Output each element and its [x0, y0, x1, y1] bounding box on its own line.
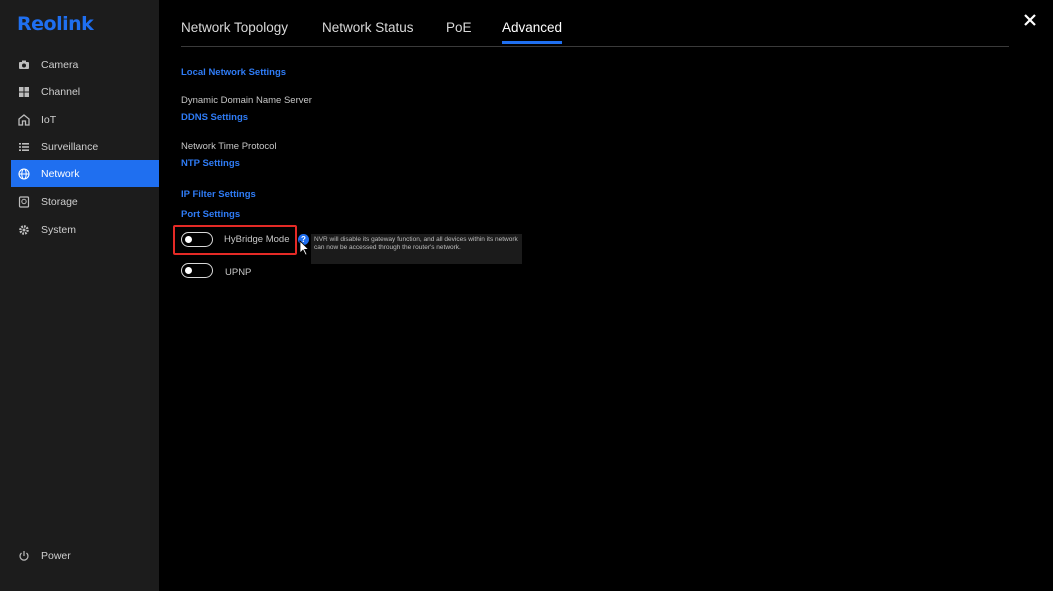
sidebar-item-label: Camera [41, 58, 79, 71]
sidebar-item-label: Surveillance [41, 140, 99, 153]
sidebar: Reolink Camera Channel IoT Surveillance … [0, 0, 159, 591]
reolink-logo: Reolink [17, 13, 94, 35]
globe-icon [18, 167, 30, 180]
power-button[interactable]: Power [11, 545, 159, 567]
power-icon [18, 550, 30, 562]
upnp-label: UPNP [225, 267, 252, 278]
sidebar-item-camera[interactable]: Camera [11, 51, 159, 78]
storage-icon [18, 195, 30, 208]
hybridge-tooltip: NVR will disable its gateway function, a… [311, 234, 522, 264]
list-icon [18, 141, 30, 153]
upnp-toggle[interactable] [181, 263, 213, 278]
sidebar-item-iot[interactable]: IoT [11, 106, 159, 133]
toggle-knob [185, 236, 192, 243]
sidebar-item-label: Network [41, 167, 80, 180]
grid-icon [18, 86, 30, 98]
sidebar-item-channel[interactable]: Channel [11, 78, 159, 105]
gear-icon [18, 224, 30, 236]
mouse-cursor-icon [299, 240, 310, 256]
tab-bar: Network Topology Network Status PoE Adva… [181, 0, 1009, 47]
tab-network-topology[interactable]: Network Topology [181, 20, 288, 35]
toggle-knob [185, 267, 192, 274]
active-tab-indicator [502, 41, 562, 44]
tab-advanced[interactable]: Advanced [502, 20, 562, 35]
ntp-description: Network Time Protocol [181, 141, 277, 152]
sidebar-item-label: Storage [41, 195, 78, 208]
ddns-settings-link[interactable]: DDNS Settings [181, 112, 248, 123]
sidebar-item-label: Channel [41, 85, 81, 98]
ntp-settings-link[interactable]: NTP Settings [181, 158, 240, 169]
sidebar-item-label: IoT [41, 113, 57, 126]
ddns-description: Dynamic Domain Name Server [181, 95, 312, 106]
tab-network-status[interactable]: Network Status [322, 20, 414, 35]
home-icon [18, 113, 30, 126]
local-network-settings-link[interactable]: Local Network Settings [181, 67, 286, 78]
power-label: Power [41, 550, 71, 562]
port-settings-link[interactable]: Port Settings [181, 209, 240, 220]
sidebar-item-label: System [41, 223, 77, 236]
camera-icon [18, 59, 30, 71]
sidebar-item-surveillance[interactable]: Surveillance [11, 133, 159, 160]
close-icon [1024, 14, 1036, 26]
sidebar-item-storage[interactable]: Storage [11, 188, 159, 215]
sidebar-item-network[interactable]: Network [11, 160, 159, 187]
ip-filter-settings-link[interactable]: IP Filter Settings [181, 189, 256, 200]
close-button[interactable] [1021, 11, 1039, 29]
sidebar-item-system[interactable]: System [11, 216, 159, 243]
hybridge-label: HyBridge Mode [224, 234, 290, 245]
hybridge-toggle[interactable] [181, 232, 213, 247]
tab-poe[interactable]: PoE [446, 20, 472, 35]
